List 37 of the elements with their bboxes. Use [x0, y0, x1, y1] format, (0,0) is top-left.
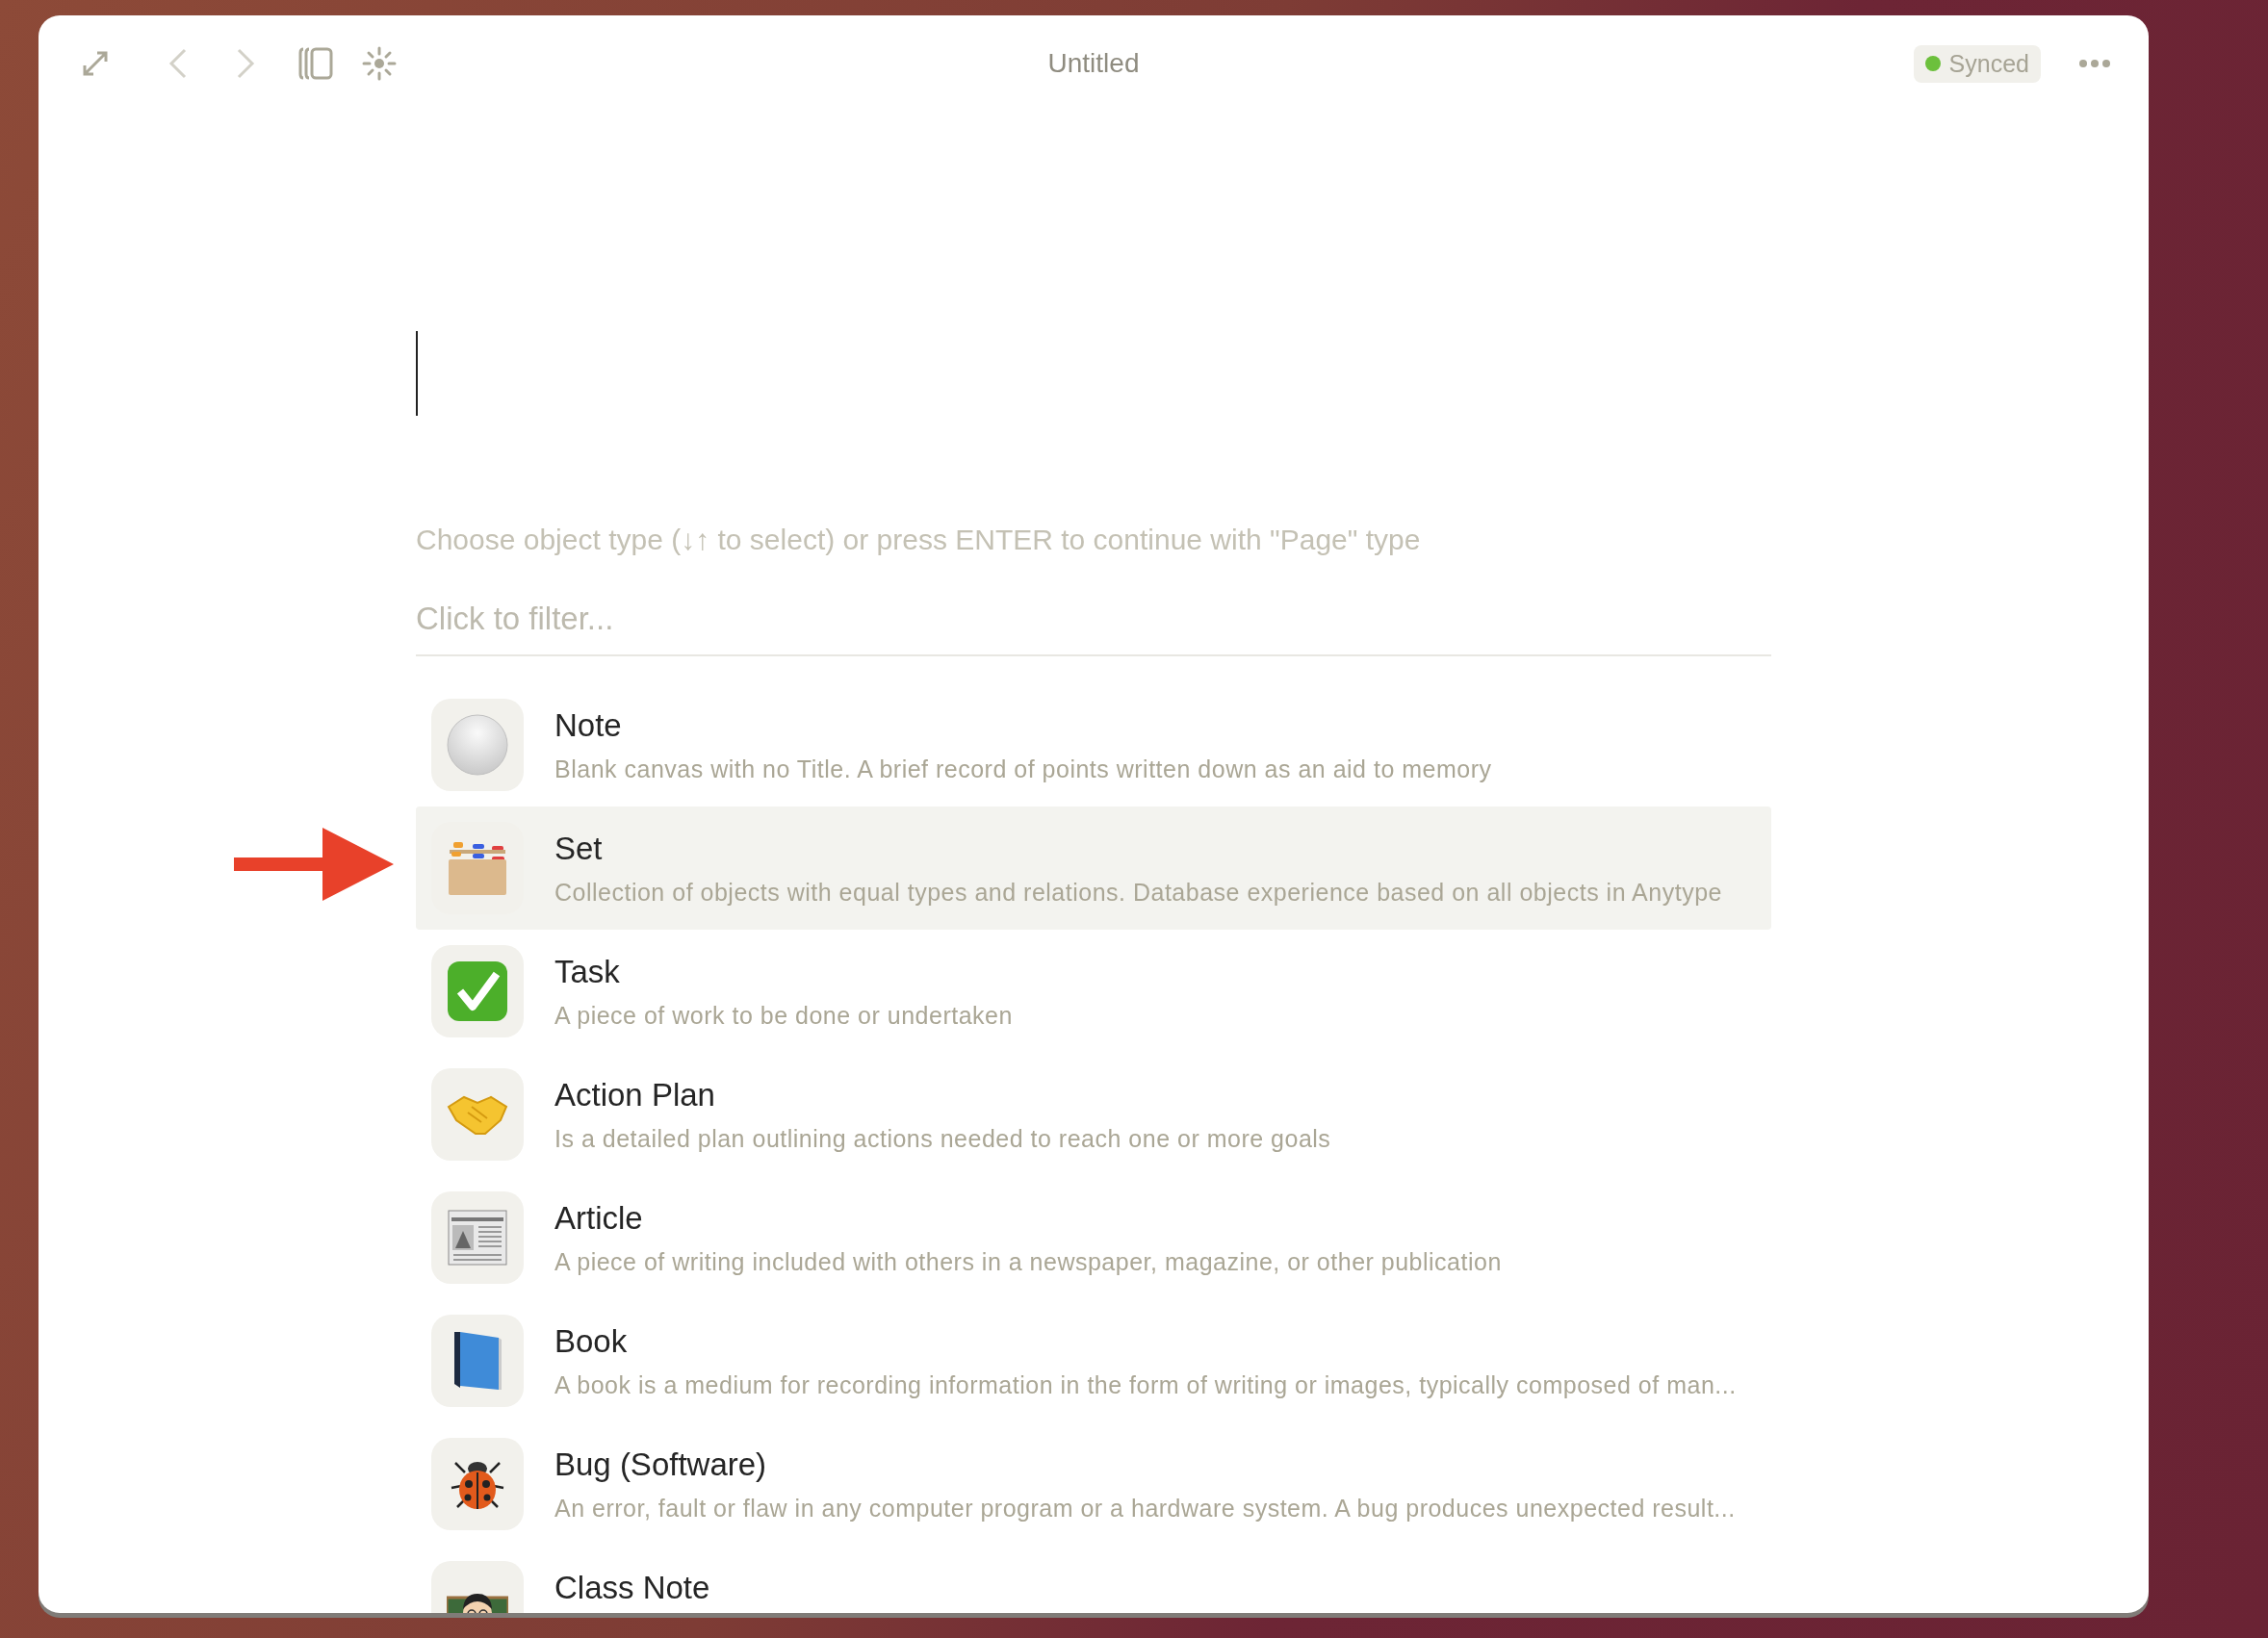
expand-icon[interactable]	[81, 49, 110, 78]
type-name: Book	[554, 1323, 629, 1360]
sync-status-badge: Synced	[1913, 44, 2041, 83]
object-type-hint: Choose object type (↓↑ to select) or press ENTER to continue with "Page" type	[416, 524, 1422, 556]
type-name: Set	[554, 831, 604, 867]
type-description: An error, fault or flaw in any computer program or a hardware system. A bug produces unexpected result...	[554, 1495, 1736, 1523]
type-description: A book is a medium for recording information in the form of writing or images, typically composed of man...	[554, 1371, 1737, 1399]
window-title: Untitled	[1047, 48, 1140, 79]
type-name: Article	[554, 1200, 644, 1237]
type-name: Bug (Software)	[554, 1446, 768, 1483]
object-type-item[interactable]: Action Plan Is a detailed plan outlining actions needed to reach one or more goals	[416, 1053, 1771, 1176]
filter-field[interactable]: Click to filter...	[416, 601, 1771, 656]
type-description: Blank canvas with no Title. A brief record of points written down as an aid to memory	[554, 755, 1492, 783]
sidebar-icon[interactable]	[298, 47, 333, 80]
newspaper-icon	[448, 1210, 507, 1266]
object-type-item[interactable]: Set Collection of objects with equal types and relations. Database experience based on all objects in Anytype	[416, 806, 1771, 930]
object-type-item[interactable]: Class Note	[416, 1546, 1771, 1613]
object-type-item[interactable]: Note Blank canvas with no Title. A brief record of points written down as an aid to memory	[416, 683, 1771, 806]
type-name: Note	[554, 707, 623, 744]
object-type-item[interactable]: Bug (Software) An error, fault or flaw in any computer program or a hardware system. A bug produces unexpected result...	[416, 1422, 1771, 1546]
more-options-icon[interactable]	[2079, 59, 2110, 68]
card-file-box-icon	[448, 840, 507, 896]
object-type-item[interactable]: Article A piece of writing included with others in a newspaper, magazine, or other publication	[416, 1176, 1771, 1299]
type-description: Is a detailed plan outlining actions needed to reach one or more goals	[554, 1125, 1331, 1153]
check-mark-icon	[447, 960, 508, 1022]
circle-icon	[447, 714, 508, 776]
type-description: A piece of work to be done or undertaken	[554, 1002, 1013, 1030]
type-description: A piece of writing included with others in a newspaper, magazine, or other publication	[554, 1248, 1502, 1276]
type-name: Action Plan	[554, 1077, 716, 1113]
sparkle-icon[interactable]	[362, 46, 397, 81]
type-name: Task	[554, 954, 621, 990]
type-name: Class Note	[554, 1570, 710, 1606]
handshake-icon	[447, 1093, 508, 1136]
object-type-item[interactable]: Task A piece of work to be done or undertaken	[416, 930, 1771, 1053]
type-description: Collection of objects with equal types and relations. Database experience based on all objects in Anytype	[554, 879, 1722, 907]
book-icon	[452, 1330, 503, 1392]
object-type-item[interactable]: Book A book is a medium for recording information in the form of writing or images, typically composed of man...	[416, 1299, 1771, 1422]
